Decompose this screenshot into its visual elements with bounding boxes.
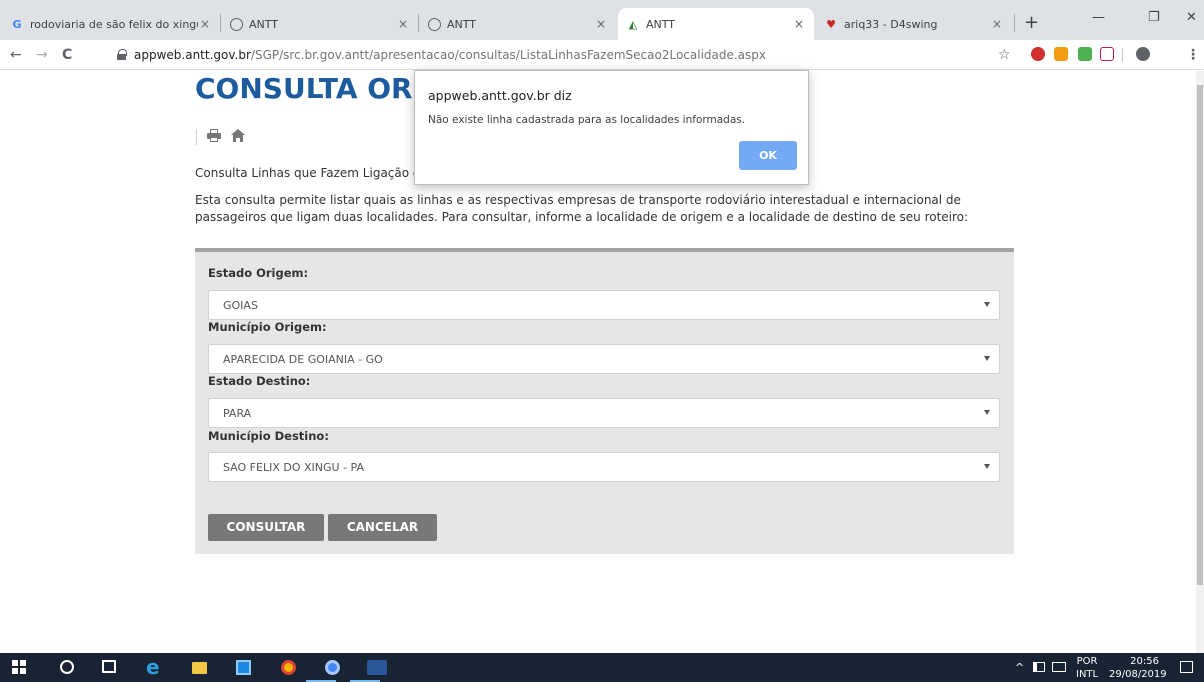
url-domain: appweb.antt.gov.br xyxy=(134,48,251,62)
tab-separator xyxy=(418,14,419,32)
adblock-extension-icon[interactable] xyxy=(1031,47,1045,61)
tab-title: rodoviaria de são felix do xingu xyxy=(30,17,198,31)
tab-close-icon[interactable]: × xyxy=(792,17,806,31)
chrome-profile-icon[interactable] xyxy=(325,660,340,675)
dialog-title: appweb.antt.gov.br diz xyxy=(428,88,572,103)
globe-icon xyxy=(230,17,243,31)
tab-antt-2[interactable]: ANTT × xyxy=(420,8,616,40)
home-icon[interactable] xyxy=(231,129,245,142)
printer-icon[interactable] xyxy=(207,129,221,142)
select-value: GOIAS xyxy=(223,299,258,312)
scrollbar-thumb[interactable] xyxy=(1197,85,1203,585)
shopping-extension-icon[interactable] xyxy=(1054,47,1068,61)
search-form: Estado Origem: GOIAS Município Origem: A… xyxy=(195,248,1014,554)
select-value: APARECIDA DE GOIANIA - GO xyxy=(223,353,383,366)
windows-start-icon[interactable] xyxy=(12,660,27,675)
search-icon[interactable] xyxy=(60,660,74,674)
windows-taskbar: e ^ POR INTL 20:56 29/08/2019 xyxy=(0,653,1204,682)
page-scrollbar[interactable] xyxy=(1196,71,1204,653)
profile-avatar-icon[interactable] xyxy=(1136,47,1150,61)
system-clock[interactable]: 20:56 29/08/2019 xyxy=(1109,655,1167,681)
tab-title: ANTT xyxy=(646,17,675,31)
globe-icon xyxy=(428,17,441,31)
minimize-button[interactable]: — xyxy=(1092,10,1105,25)
heart-icon: ♥ xyxy=(826,17,836,31)
municipio-origem-label: Município Origem: xyxy=(208,320,327,334)
municipio-destino-select[interactable]: SAO FELIX DO XINGU - PA xyxy=(208,452,1000,482)
word-icon[interactable] xyxy=(367,660,387,675)
tab-close-icon[interactable]: × xyxy=(396,17,410,31)
page-title: CONSULTA ORIG xyxy=(195,72,447,105)
tab-strip: G rodoviaria de são felix do xingu × ANT… xyxy=(0,0,1204,40)
dialog-message: Não existe linha cadastrada para as loca… xyxy=(428,114,746,126)
tab-antt-1[interactable]: ANTT × xyxy=(222,8,418,40)
notifications-icon[interactable] xyxy=(1180,661,1193,673)
clock-time: 20:56 xyxy=(1130,656,1159,667)
language-code: POR xyxy=(1076,656,1098,667)
back-button[interactable]: ← xyxy=(10,47,22,63)
tab-title: ANTT xyxy=(249,17,278,31)
google-icon: G xyxy=(12,17,22,31)
keyboard-layout: INTL xyxy=(1076,669,1099,680)
new-tab-button[interactable]: + xyxy=(1024,12,1039,33)
clock-date: 29/08/2019 xyxy=(1109,669,1167,680)
tab-close-icon[interactable]: × xyxy=(594,17,608,31)
dropdown-arrow-icon xyxy=(984,464,990,469)
page-description: Esta consulta permite listar quais as li… xyxy=(195,193,969,224)
close-window-button[interactable]: ✕ xyxy=(1186,10,1197,25)
file-explorer-icon[interactable] xyxy=(192,662,207,674)
tab-antt-active[interactable]: ◭ ANTT × xyxy=(618,8,814,40)
page-actions xyxy=(196,129,245,145)
reload-button[interactable]: C xyxy=(62,47,72,63)
antt-icon: ◭ xyxy=(628,17,638,31)
cancelar-button[interactable]: CANCELAR xyxy=(328,514,437,541)
alert-dialog: appweb.antt.gov.br diz Não existe linha … xyxy=(414,70,809,185)
select-value: PARA xyxy=(223,407,252,420)
browser-toolbar: ← → C appweb.antt.gov.br/SGP/src.br.gov.… xyxy=(0,40,1204,70)
edge-browser-icon[interactable]: e xyxy=(146,655,161,679)
municipio-origem-select[interactable]: APARECIDA DE GOIANIA - GO xyxy=(208,344,1000,374)
dropdown-arrow-icon xyxy=(984,302,990,307)
input-language[interactable]: POR INTL xyxy=(1076,655,1098,681)
lock-icon[interactable] xyxy=(117,49,127,60)
tab-google-search[interactable]: G rodoviaria de são felix do xingu × xyxy=(2,8,220,40)
tab-close-icon[interactable]: × xyxy=(198,17,212,31)
estado-origem-label: Estado Origem: xyxy=(208,266,309,280)
checkmark-extension-icon[interactable] xyxy=(1078,47,1092,61)
consultar-button[interactable]: CONSULTAR xyxy=(208,514,324,541)
forward-button[interactable]: → xyxy=(36,47,48,63)
tab-title: ariq33 - D4swing xyxy=(844,17,938,31)
tab-separator xyxy=(1014,14,1015,32)
bookmark-star-icon[interactable]: ☆ xyxy=(998,47,1011,63)
tab-title: ANTT xyxy=(447,17,476,31)
chrome-icon[interactable] xyxy=(281,660,296,675)
task-view-icon[interactable] xyxy=(102,660,116,673)
volume-icon[interactable] xyxy=(1033,662,1045,672)
toolbar-divider xyxy=(1122,48,1123,62)
address-bar[interactable]: appweb.antt.gov.br/SGP/src.br.gov.antt/a… xyxy=(134,48,766,62)
municipio-destino-label: Município Destino: xyxy=(208,429,329,443)
store-icon[interactable] xyxy=(236,660,251,675)
tab-separator xyxy=(220,14,221,32)
tab-close-icon[interactable]: × xyxy=(990,17,1004,31)
select-value: SAO FELIX DO XINGU - PA xyxy=(223,461,364,474)
dropdown-arrow-icon xyxy=(984,410,990,415)
dialog-ok-button[interactable]: OK xyxy=(739,141,797,170)
pocket-extension-icon[interactable] xyxy=(1100,47,1114,61)
url-path: /SGP/src.br.gov.antt/apresentacao/consul… xyxy=(250,48,767,62)
estado-destino-label: Estado Destino: xyxy=(208,374,311,388)
tab-d4swing[interactable]: ♥ ariq33 - D4swing × xyxy=(816,8,1012,40)
tray-chevron-icon[interactable]: ^ xyxy=(1015,661,1024,674)
network-icon[interactable] xyxy=(1052,662,1066,672)
estado-destino-select[interactable]: PARA xyxy=(208,398,1000,428)
maximize-button[interactable]: ❐ xyxy=(1148,10,1160,25)
dropdown-arrow-icon xyxy=(984,356,990,361)
browser-menu-icon[interactable]: ⋮ xyxy=(1186,47,1200,63)
page-subtitle: Consulta Linhas que Fazem Ligação en xyxy=(195,166,428,180)
estado-origem-select[interactable]: GOIAS xyxy=(208,290,1000,320)
screen: G rodoviaria de são felix do xingu × ANT… xyxy=(0,0,1204,682)
